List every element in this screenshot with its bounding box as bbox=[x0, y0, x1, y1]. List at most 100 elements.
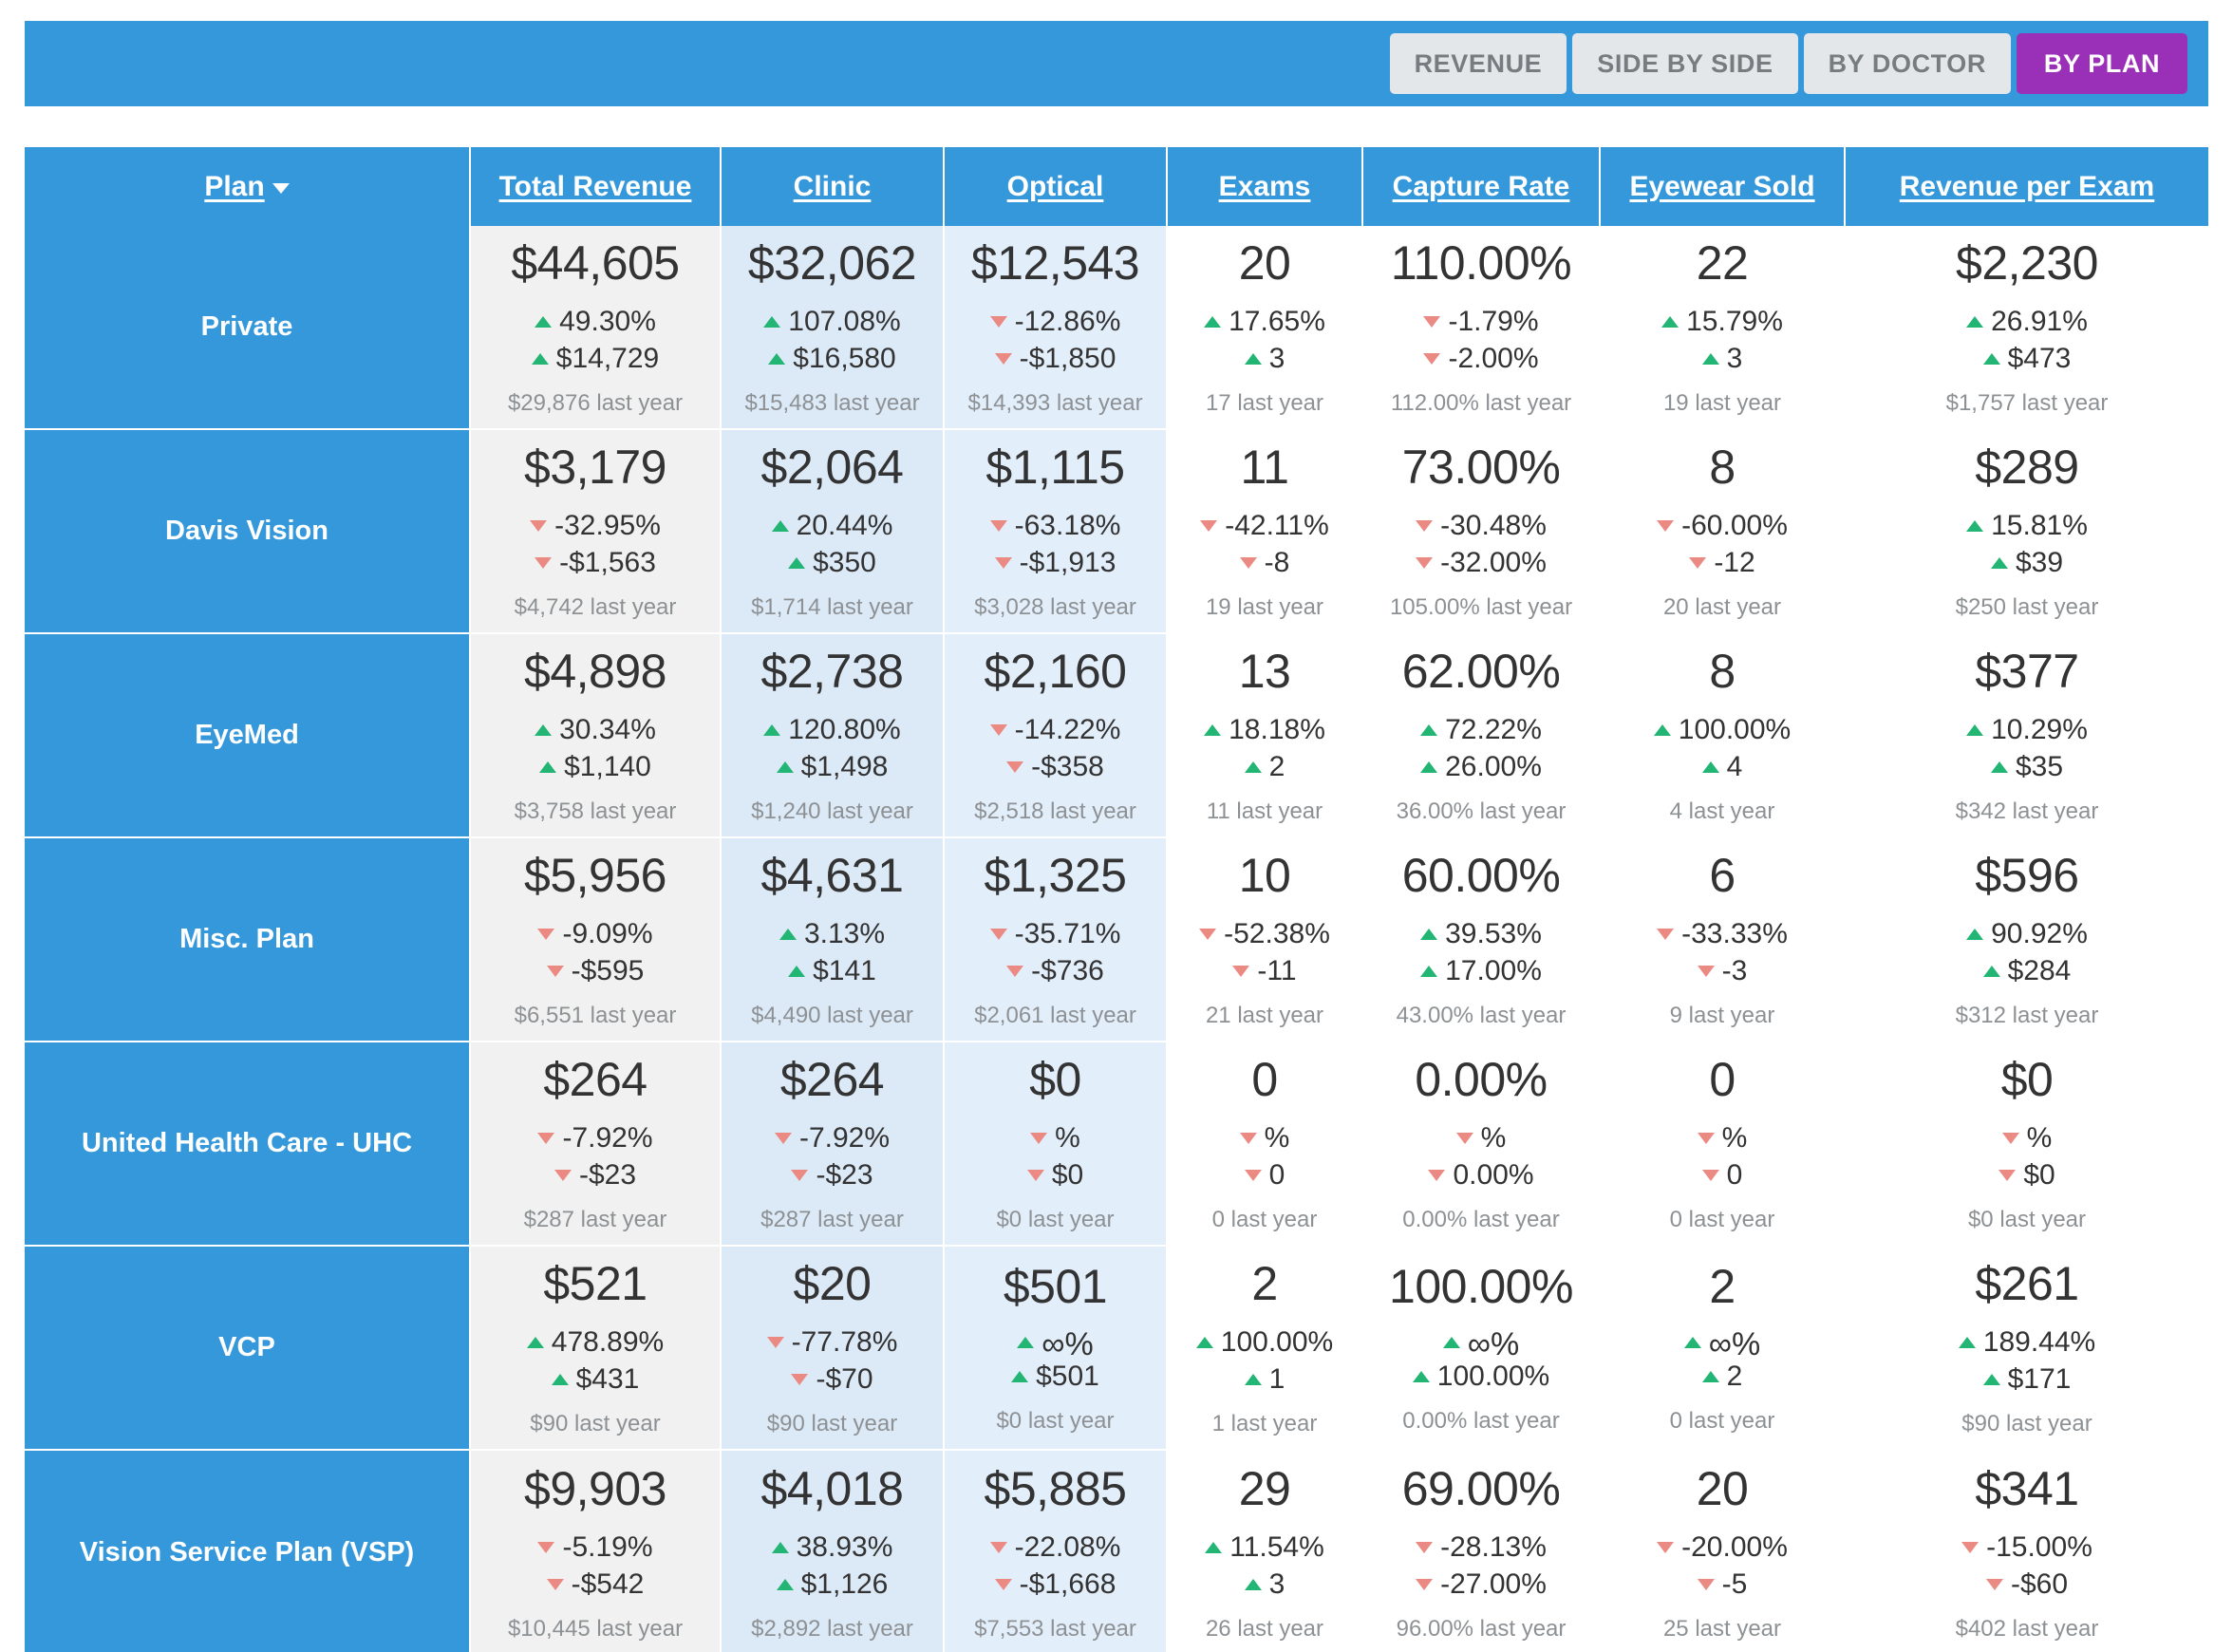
plan-name-cell[interactable]: EyeMed bbox=[25, 634, 471, 838]
metric-percent-change: -15.00% bbox=[1961, 1533, 2092, 1562]
metric-cell: 0% 0 0 last year bbox=[1168, 1042, 1363, 1247]
column-header-label[interactable]: Total Revenue bbox=[499, 171, 692, 202]
metric-percent-change: % bbox=[2001, 1124, 2052, 1153]
column-header-optical[interactable]: Optical bbox=[945, 147, 1168, 226]
metric-cell-inner: 100.00% ∞% 100.00% 0.00% last year bbox=[1367, 1263, 1595, 1433]
column-header-exams[interactable]: Exams bbox=[1168, 147, 1363, 226]
metric-percent-change: 72.22% bbox=[1420, 716, 1542, 744]
column-header-eyewear-sold[interactable]: Eyewear Sold bbox=[1601, 147, 1846, 226]
metric-percent-change-text: 189.44% bbox=[1982, 1326, 2096, 1358]
arrow-up-icon bbox=[768, 353, 786, 365]
arrow-up-icon bbox=[1420, 929, 1438, 940]
metric-percent-change-text: -15.00% bbox=[1986, 1531, 2092, 1563]
last-year-value: $0 last year bbox=[996, 1407, 1115, 1434]
tab-revenue[interactable]: REVENUE bbox=[1389, 33, 1567, 94]
metric-percent-change-text: ∞% bbox=[1467, 1326, 1520, 1363]
metric-cell-inner: $5,885 -22.08% -$1,668 $7,553 last year bbox=[948, 1465, 1162, 1641]
last-year-value: $312 last year bbox=[1955, 1003, 2099, 1028]
tab-by-doctor[interactable]: BY DOCTOR bbox=[1803, 33, 2011, 94]
column-header-label[interactable]: Clinic bbox=[794, 171, 872, 202]
arrow-down-icon bbox=[1416, 1542, 1434, 1553]
plan-name-cell[interactable]: United Health Care - UHC bbox=[25, 1042, 471, 1247]
metric-absolute-change: -$1,668 bbox=[994, 1570, 1116, 1599]
sort-desc-caret-icon bbox=[272, 183, 290, 194]
metric-cell: 11 -42.11% -8 19 last year bbox=[1168, 430, 1363, 634]
column-header-label[interactable]: Exams bbox=[1219, 171, 1311, 202]
metric-cell-inner: 20 17.65% 3 17 last year bbox=[1172, 239, 1358, 415]
metric-value: $4,898 bbox=[524, 645, 666, 698]
arrow-down-icon bbox=[546, 1579, 564, 1590]
metric-percent-change: 189.44% bbox=[1958, 1326, 2096, 1358]
plan-name-cell[interactable]: Private bbox=[25, 226, 471, 430]
sortable-header[interactable]: Plan bbox=[204, 171, 290, 203]
metric-value: $2,064 bbox=[760, 441, 904, 494]
metric-absolute-change-text: $0 bbox=[1051, 1159, 1084, 1191]
table-row: United Health Care - UHC $264 -7.92% -$23 $2… bbox=[25, 1042, 2208, 1247]
metric-absolute-change: -5 bbox=[1697, 1570, 1747, 1599]
last-year-value: 4 last year bbox=[1669, 798, 1775, 824]
metric-percent-change: -28.13% bbox=[1416, 1533, 1547, 1562]
metric-value: $9,903 bbox=[524, 1462, 666, 1515]
metric-absolute-change-text: $35 bbox=[2015, 751, 2064, 782]
metric-absolute-change-text: $284 bbox=[2007, 955, 2072, 986]
top-toolbar: REVENUE SIDE BY SIDE BY DOCTOR BY PLAN bbox=[25, 21, 2208, 106]
last-year-value: 43.00% last year bbox=[1396, 1003, 1567, 1028]
metric-absolute-change-text: -$542 bbox=[571, 1568, 645, 1600]
metric-value: $377 bbox=[1975, 645, 2079, 698]
last-year-value: 0.00% last year bbox=[1402, 1207, 1560, 1232]
column-header-clinic[interactable]: Clinic bbox=[722, 147, 945, 226]
last-year-value: $1,757 last year bbox=[1945, 390, 2109, 416]
metric-cell-inner: $4,898 30.34% $1,140 $3,758 last year bbox=[475, 648, 716, 823]
metric-percent-change: 100.00% bbox=[1195, 1328, 1333, 1357]
arrow-down-icon bbox=[546, 966, 564, 977]
column-header-label[interactable]: Revenue per Exam bbox=[1900, 171, 2154, 202]
plan-name-cell[interactable]: Misc. Plan bbox=[25, 838, 471, 1042]
metric-absolute-change: -$60 bbox=[1985, 1570, 2068, 1599]
metric-cell: $264 -7.92% -$23 $287 last year bbox=[471, 1042, 722, 1247]
metric-absolute-change-text: 0 bbox=[1726, 1159, 1743, 1191]
metric-value: $596 bbox=[1975, 849, 2079, 902]
metric-absolute-change-text: -2.00% bbox=[1448, 343, 1539, 374]
metric-percent-change: -9.09% bbox=[537, 920, 653, 948]
metric-cell-inner: 13 18.18% 2 11 last year bbox=[1172, 648, 1358, 823]
column-header-plan[interactable]: Plan bbox=[25, 147, 471, 226]
metric-cell-inner: $0% $0 $0 last year bbox=[1849, 1056, 2205, 1231]
metric-percent-change-text: 15.81% bbox=[1991, 510, 2088, 541]
metric-absolute-change: $35 bbox=[1990, 751, 2064, 782]
tab-by-plan[interactable]: BY PLAN bbox=[2017, 33, 2187, 94]
tab-side-by-side[interactable]: SIDE BY SIDE bbox=[1572, 33, 1798, 94]
metric-percent-change: -77.78% bbox=[766, 1328, 897, 1357]
metric-cell-inner: 69.00% -28.13% -27.00% 96.00% last year bbox=[1367, 1465, 1595, 1641]
plan-name-cell[interactable]: Davis Vision bbox=[25, 430, 471, 634]
column-header-label[interactable]: Eyewear Sold bbox=[1629, 171, 1814, 202]
last-year-value: $3,758 last year bbox=[514, 798, 677, 824]
column-header-capture-rate[interactable]: Capture Rate bbox=[1363, 147, 1601, 226]
metric-percent-change: 10.29% bbox=[1966, 716, 2088, 744]
metric-cell-inner: 0% 0 0 last year bbox=[1604, 1056, 1840, 1231]
metric-absolute-change: $1,126 bbox=[776, 1570, 888, 1599]
metric-cell: $289 15.81% $39 $250 last year bbox=[1846, 430, 2208, 634]
metric-percent-change: -52.38% bbox=[1199, 920, 1330, 948]
metric-absolute-change: -2.00% bbox=[1423, 343, 1539, 374]
arrow-up-icon bbox=[1990, 761, 2008, 773]
metric-percent-change: -35.71% bbox=[989, 920, 1120, 948]
metric-cell: 22 15.79% 3 19 last year bbox=[1601, 226, 1846, 430]
metric-absolute-change-text: -$736 bbox=[1031, 955, 1104, 986]
metric-value: $1,115 bbox=[985, 441, 1125, 494]
metric-absolute-change-text: -32.00% bbox=[1440, 547, 1547, 578]
plan-name-cell[interactable]: VCP bbox=[25, 1247, 471, 1451]
metric-percent-change-text: -14.22% bbox=[1014, 714, 1121, 745]
column-header-revenue-per-exam[interactable]: Revenue per Exam bbox=[1846, 147, 2208, 226]
arrow-up-icon bbox=[1244, 1374, 1262, 1385]
metric-percent-change: 15.81% bbox=[1966, 512, 2088, 540]
metric-percent-change: 90.92% bbox=[1966, 920, 2088, 948]
table-row: Vision Service Plan (VSP) $9,903 -5.19% -$5… bbox=[25, 1451, 2208, 1652]
metric-absolute-change: -11 bbox=[1232, 957, 1297, 986]
metric-absolute-change-text: $350 bbox=[813, 547, 876, 578]
plan-name-cell[interactable]: Vision Service Plan (VSP) bbox=[25, 1451, 471, 1652]
column-header-label[interactable]: Capture Rate bbox=[1393, 171, 1570, 202]
column-header-label[interactable]: Optical bbox=[1007, 171, 1104, 202]
arrow-up-icon bbox=[779, 929, 797, 940]
metric-absolute-change: $1,498 bbox=[776, 753, 888, 781]
column-header-total-revenue[interactable]: Total Revenue bbox=[471, 147, 722, 226]
